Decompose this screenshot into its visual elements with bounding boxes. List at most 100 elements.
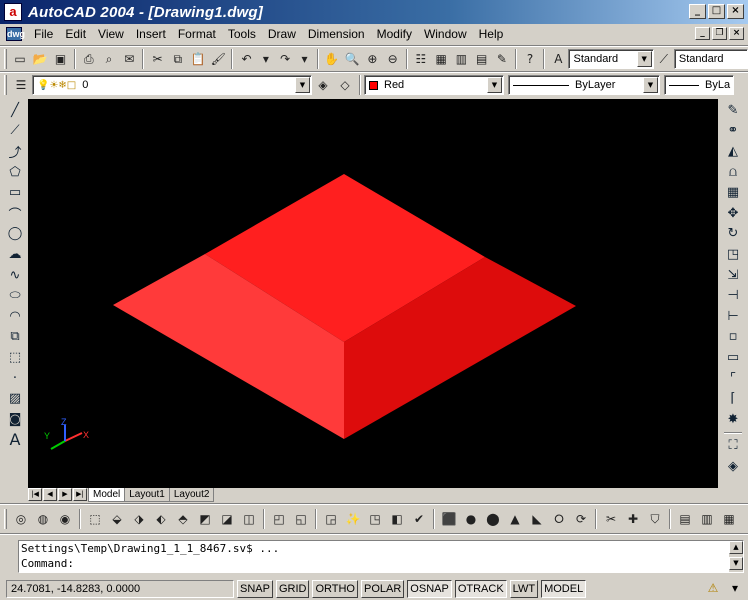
tab-last-icon[interactable]: ▶| bbox=[73, 488, 87, 501]
otrack-toggle[interactable]: OTRACK bbox=[454, 579, 507, 598]
menu-dimension[interactable]: Dimension bbox=[302, 24, 371, 44]
open-file-icon[interactable]: 📂 bbox=[30, 48, 50, 70]
layer-manager-icon[interactable]: ☰ bbox=[10, 74, 32, 96]
menu-draw[interactable]: Draw bbox=[262, 24, 302, 44]
rotate-icon[interactable]: ↻ bbox=[722, 224, 744, 245]
menu-help[interactable]: Help bbox=[473, 24, 510, 44]
text-style-select[interactable]: Standard ▼ bbox=[568, 49, 654, 69]
new-file-icon[interactable]: ▭ bbox=[10, 48, 30, 70]
dim-style-select[interactable]: Standard bbox=[673, 49, 748, 69]
3d-orbit-icon[interactable]: ⛶ bbox=[722, 436, 744, 457]
color-faces-icon[interactable]: ◫ bbox=[238, 508, 260, 530]
dim-style-icon[interactable]: ⟋ bbox=[654, 48, 674, 70]
toolbar-grip[interactable] bbox=[4, 49, 7, 69]
undo-dropdown-icon[interactable]: ▾ bbox=[257, 48, 275, 70]
text-style-icon[interactable]: A bbox=[548, 48, 568, 70]
union-icon[interactable]: ◎ bbox=[10, 508, 32, 530]
print-preview-icon[interactable]: ⌕ bbox=[99, 48, 119, 70]
color-edges-icon[interactable]: ◱ bbox=[290, 508, 312, 530]
model-toggle[interactable]: MODEL bbox=[541, 579, 587, 598]
menu-file[interactable]: File bbox=[28, 24, 59, 44]
trim-icon[interactable]: ⊣ bbox=[722, 285, 744, 306]
menu-window[interactable]: Window bbox=[418, 24, 473, 44]
snap-toggle[interactable]: SNAP bbox=[237, 579, 273, 598]
polygon-icon[interactable]: ⬠ bbox=[4, 162, 26, 183]
rotate-faces-icon[interactable]: ⬘ bbox=[172, 508, 194, 530]
ortho-toggle[interactable]: ORTHO bbox=[312, 579, 358, 598]
tab-layout2[interactable]: Layout2 bbox=[168, 488, 215, 502]
revision-cloud-icon[interactable]: ☁ bbox=[4, 244, 26, 265]
coordinate-readout[interactable]: 24.7081, -14.8283, 0.0000 bbox=[6, 579, 234, 598]
osnap-toggle[interactable]: OSNAP bbox=[407, 579, 452, 598]
lwt-toggle[interactable]: LWT bbox=[509, 579, 539, 598]
properties-icon[interactable]: ☷ bbox=[411, 48, 431, 70]
extrude-faces-icon[interactable]: ⬚ bbox=[84, 508, 106, 530]
revolve-icon[interactable]: ⟳ bbox=[570, 508, 592, 530]
menu-insert[interactable]: Insert bbox=[130, 24, 172, 44]
document-icon[interactable]: dwg bbox=[6, 27, 25, 41]
move-icon[interactable]: ✥ bbox=[722, 203, 744, 224]
polar-toggle[interactable]: POLAR bbox=[361, 579, 405, 598]
zoom-window-icon[interactable]: ⊕ bbox=[362, 48, 382, 70]
redo-dropdown-icon[interactable]: ▾ bbox=[295, 48, 313, 70]
rectangle-icon[interactable]: ▭ bbox=[4, 182, 26, 203]
make-block-icon[interactable]: ⬚ bbox=[4, 347, 26, 368]
imprint-icon[interactable]: ◲ bbox=[320, 508, 342, 530]
close-button[interactable]: × bbox=[727, 4, 744, 19]
help-icon[interactable]: ? bbox=[520, 48, 540, 70]
design-center-icon[interactable]: ▦ bbox=[431, 48, 451, 70]
minimize-button[interactable]: _ bbox=[689, 4, 706, 19]
layer-previous-icon[interactable]: ◇ bbox=[334, 74, 356, 96]
check-icon[interactable]: ✔ bbox=[408, 508, 430, 530]
menu-modify[interactable]: Modify bbox=[371, 24, 418, 44]
multiline-text-icon[interactable]: A bbox=[4, 430, 26, 451]
construction-line-icon[interactable]: ⟋ bbox=[4, 121, 26, 142]
tool-palettes-icon[interactable]: ▥ bbox=[451, 48, 471, 70]
zoom-previous-icon[interactable]: ⊖ bbox=[382, 48, 402, 70]
offset-icon[interactable]: ⩍ bbox=[722, 162, 744, 183]
tab-next-icon[interactable]: ▶ bbox=[58, 488, 72, 501]
mirror-icon[interactable]: ◭ bbox=[722, 141, 744, 162]
doc-minimize-button[interactable]: _ bbox=[695, 27, 710, 40]
scroll-up-icon[interactable]: ▲ bbox=[729, 541, 743, 554]
shell-icon[interactable]: ◧ bbox=[386, 508, 408, 530]
chevron-down-icon[interactable]: ▼ bbox=[295, 77, 310, 93]
tab-first-icon[interactable]: |◀ bbox=[28, 488, 42, 501]
subtract-icon[interactable]: ◍ bbox=[32, 508, 54, 530]
tab-model[interactable]: Model bbox=[88, 488, 126, 502]
dbconnect-icon[interactable]: ▤ bbox=[471, 48, 491, 70]
3d-view-icon[interactable]: ◈ bbox=[722, 456, 744, 477]
copy-edges-icon[interactable]: ◰ bbox=[268, 508, 290, 530]
cut-icon[interactable]: ✂ bbox=[147, 48, 167, 70]
hatch-icon[interactable]: ▨ bbox=[4, 388, 26, 409]
lineweight-select[interactable]: ByLa bbox=[664, 75, 734, 95]
insert-block-icon[interactable]: ⧉ bbox=[4, 327, 26, 348]
pan-icon[interactable]: ✋ bbox=[322, 48, 342, 70]
sphere-icon[interactable]: ● bbox=[460, 508, 482, 530]
communication-center-icon[interactable]: ⚠ bbox=[704, 579, 722, 597]
chevron-down-icon[interactable]: ▼ bbox=[643, 77, 658, 93]
save-icon[interactable]: ▣ bbox=[50, 48, 70, 70]
menu-view[interactable]: View bbox=[92, 24, 130, 44]
setup-drawing-icon[interactable]: ▤ bbox=[674, 508, 696, 530]
explode-icon[interactable]: ✸ bbox=[722, 409, 744, 430]
intersect-icon[interactable]: ◉ bbox=[54, 508, 76, 530]
setup-profile-icon[interactable]: ▦ bbox=[718, 508, 740, 530]
drawing-area[interactable]: Y X Z bbox=[28, 99, 718, 488]
cone-icon[interactable]: ▲ bbox=[504, 508, 526, 530]
ellipse-icon[interactable]: ⬭ bbox=[4, 285, 26, 306]
circle-icon[interactable]: ◯ bbox=[4, 224, 26, 245]
make-object-layer-current-icon[interactable]: ◈ bbox=[312, 74, 334, 96]
point-icon[interactable]: · bbox=[4, 368, 26, 389]
undo-icon[interactable]: ↶ bbox=[236, 48, 256, 70]
break-at-point-icon[interactable]: ▫ bbox=[722, 327, 744, 348]
cylinder-icon[interactable]: ⬤ bbox=[482, 508, 504, 530]
linetype-select[interactable]: ByLayer ▼ bbox=[508, 75, 660, 95]
taper-faces-icon[interactable]: ◩ bbox=[194, 508, 216, 530]
region-icon[interactable]: ◙ bbox=[4, 409, 26, 430]
setup-view-icon[interactable]: ▥ bbox=[696, 508, 718, 530]
clean-icon[interactable]: ✨ bbox=[342, 508, 364, 530]
array-icon[interactable]: ▦ bbox=[722, 182, 744, 203]
stretch-icon[interactable]: ⇲ bbox=[722, 265, 744, 286]
command-scrollbar[interactable]: ▲ ▼ bbox=[729, 541, 743, 572]
